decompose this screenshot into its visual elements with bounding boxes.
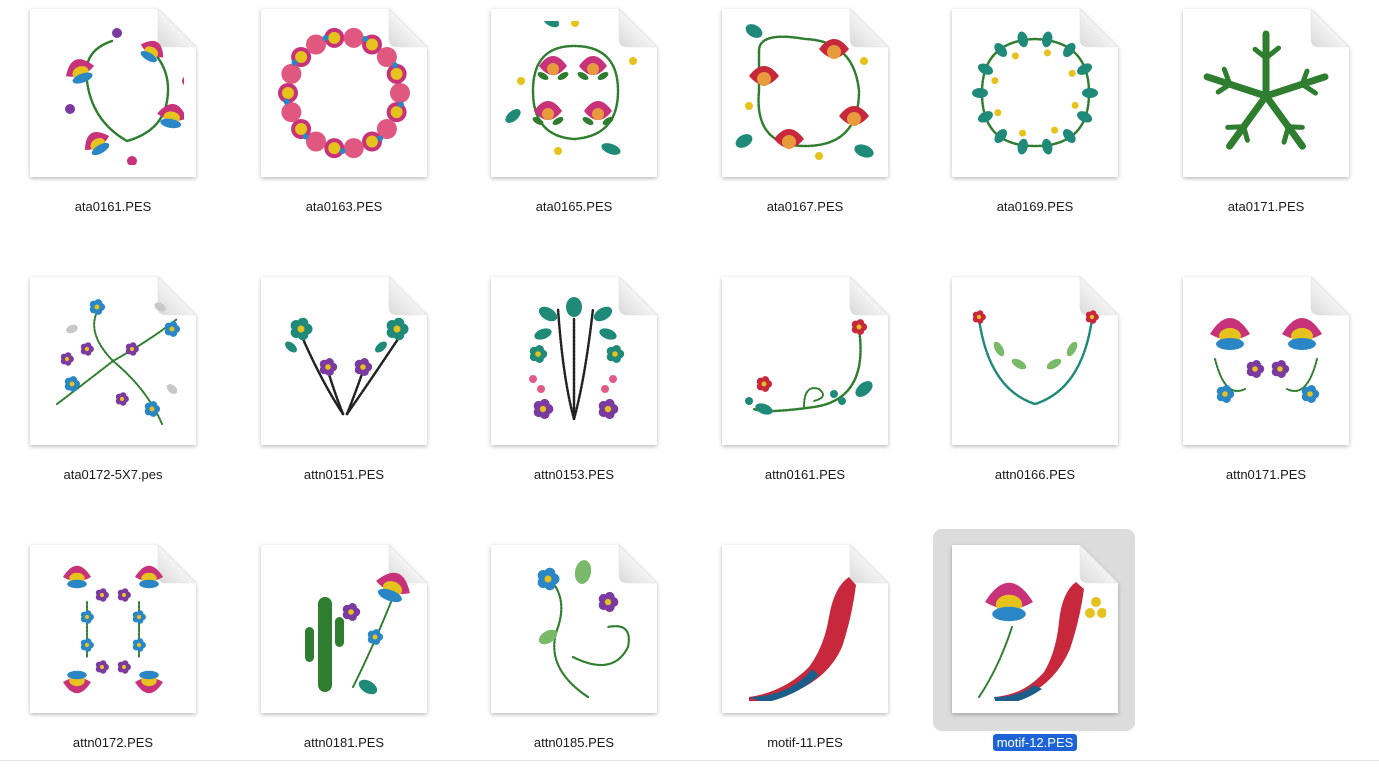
file-item-attn0153[interactable]: attn0153.PES — [491, 276, 691, 507]
file-name-label: ata0171.PES — [1227, 199, 1305, 214]
embroidery-v-flowers-icon — [285, 317, 409, 416]
embroidery-spiral-flowers-icon — [537, 560, 630, 699]
document-icon — [261, 544, 428, 713]
embroidery-chili-pepper-icon — [749, 577, 856, 701]
embroidery-cactus-flower-icon — [305, 572, 410, 695]
file-item-attn0172[interactable]: attn0172.PES — [30, 544, 230, 775]
document-icon — [30, 8, 197, 177]
embroidery-cactus-star-icon — [1203, 30, 1329, 150]
document-icon — [952, 8, 1119, 177]
file-item-attn0181[interactable]: attn0181.PES — [261, 544, 461, 775]
document-icon — [952, 544, 1119, 713]
file-item-ata0167[interactable]: ata0167.PES — [722, 8, 922, 239]
file-name-label: attn0172.PES — [72, 735, 154, 750]
embroidery-flower-pepper-icon — [978, 582, 1106, 701]
embroidery-leaf-wreath-icon — [972, 31, 1098, 155]
document-icon — [491, 544, 658, 713]
file-name-label: attn0151.PES — [303, 467, 385, 482]
embroidery-pomegranate-circle-icon — [505, 21, 637, 155]
file-name-label-selected: motif-12.PES — [935, 734, 1135, 751]
file-name-label: ata0167.PES — [766, 199, 844, 214]
document-icon — [952, 276, 1119, 445]
document-icon — [1183, 276, 1350, 445]
file-name-label: attn0181.PES — [303, 735, 385, 750]
file-name-label: ata0163.PES — [305, 199, 383, 214]
file-name-label: attn0185.PES — [533, 735, 615, 750]
file-name-label: ata0172-5X7.pes — [63, 467, 163, 482]
file-item-ata0172-5x7[interactable]: ata0172-5X7.pes — [30, 276, 230, 507]
document-icon — [491, 8, 658, 177]
file-item-ata0161[interactable]: ata0161.PES — [30, 8, 230, 239]
file-name-label: ata0169.PES — [996, 199, 1074, 214]
file-item-attn0161[interactable]: attn0161.PES — [722, 276, 922, 507]
file-name-label: attn0153.PES — [533, 467, 615, 482]
bottom-divider — [0, 760, 1379, 761]
embroidery-mirror-flowers-icon — [1210, 318, 1322, 403]
file-item-attn0166[interactable]: attn0166.PES — [952, 276, 1152, 507]
document-icon — [722, 276, 889, 445]
document-icon — [30, 544, 197, 713]
document-icon — [722, 544, 889, 713]
file-item-motif-12[interactable]: motif-12.PES — [952, 544, 1152, 775]
file-item-attn0151[interactable]: attn0151.PES — [261, 276, 461, 507]
embroidery-flower-wreath-icon — [65, 28, 184, 165]
file-name-label: attn0171.PES — [1225, 467, 1307, 482]
file-name-label: motif-11.PES — [767, 735, 843, 750]
document-icon — [722, 8, 889, 177]
file-item-ata0163[interactable]: ata0163.PES — [261, 8, 461, 239]
embroidery-round-wreath-icon — [278, 27, 410, 159]
file-grid: ata0161.PES ata0163.PES ata0165.PES ata0… — [0, 0, 1379, 764]
document-icon — [261, 276, 428, 445]
embroidery-u-vine-icon — [972, 310, 1099, 406]
document-icon — [491, 276, 658, 445]
file-item-ata0165[interactable]: ata0165.PES — [491, 8, 691, 239]
embroidery-corner-vine-icon — [745, 319, 873, 415]
file-name-label: ata0165.PES — [535, 199, 613, 214]
document-icon — [30, 276, 197, 445]
embroidery-pomegranate-square-icon — [735, 24, 874, 160]
file-item-attn0185[interactable]: attn0185.PES — [491, 544, 691, 775]
file-item-motif-11[interactable]: motif-11.PES — [722, 544, 922, 775]
file-item-ata0169[interactable]: ata0169.PES — [952, 8, 1152, 239]
file-item-attn0171[interactable]: attn0171.PES — [1183, 276, 1379, 507]
embroidery-border-flowers-icon — [63, 565, 163, 694]
embroidery-swirl-flowers-icon — [56, 299, 181, 425]
file-name-label: attn0161.PES — [764, 467, 846, 482]
file-item-ata0171[interactable]: ata0171.PES — [1183, 8, 1379, 239]
document-icon — [261, 8, 428, 177]
document-icon — [1183, 8, 1350, 177]
embroidery-tree-flowers-icon — [529, 297, 625, 421]
file-name-label: ata0161.PES — [74, 199, 152, 214]
file-name-label: attn0166.PES — [994, 467, 1076, 482]
